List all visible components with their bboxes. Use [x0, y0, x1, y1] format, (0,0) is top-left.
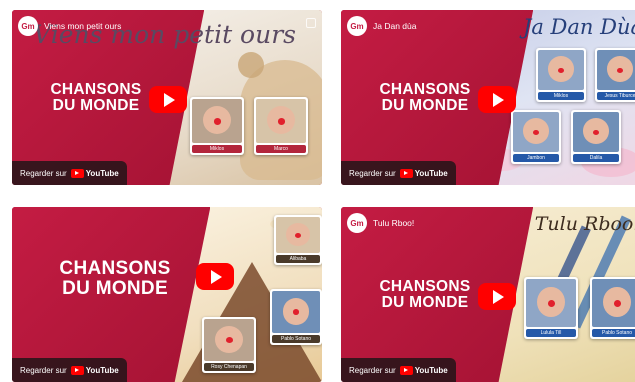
character-name: Alibaba — [276, 255, 320, 263]
watch-on-youtube[interactable]: Regarder sur YouTube — [341, 358, 456, 382]
brand-line-1: CHANSONS — [59, 258, 171, 279]
brand-line-2: DU MONDE — [381, 97, 469, 115]
character-name: Marco — [256, 145, 306, 153]
play-button[interactable] — [149, 86, 187, 113]
play-button[interactable] — [196, 263, 234, 290]
youtube-wordmark: YouTube — [85, 168, 119, 178]
character-portrait: Jesus Tiburce — [595, 48, 635, 102]
character-name: Pablo Sotano — [592, 329, 635, 337]
video-card[interactable]: Gm Ja Dan dùa Ja Dan Dùa CHANSONS DU MON… — [341, 10, 635, 185]
character-photo — [592, 279, 635, 327]
character-portrait: Pablo Sotano — [590, 277, 635, 339]
character-photo — [573, 112, 619, 152]
character-portrait: Lulula Till — [524, 277, 578, 339]
channel-icon[interactable]: Gm — [18, 16, 38, 36]
character-photo — [192, 99, 242, 143]
character-photo — [272, 291, 320, 333]
youtube-wordmark: YouTube — [414, 168, 448, 178]
channel-icon[interactable]: Gm — [347, 16, 367, 36]
character-name: Lulula Till — [526, 329, 576, 337]
watch-label: Regarder sur — [20, 365, 67, 375]
youtube-wordmark: YouTube — [85, 365, 119, 375]
brand-line-1: CHANSONS — [379, 81, 471, 98]
youtube-logo: YouTube — [399, 365, 448, 375]
watch-label: Regarder sur — [20, 168, 67, 178]
watch-label: Regarder sur — [349, 365, 396, 375]
channel-brand: CHANSONS DU MONDE — [355, 81, 495, 115]
character-name: Miklos — [538, 92, 584, 100]
brand-line-2: DU MONDE — [62, 277, 168, 299]
character-name: Jambon — [513, 154, 559, 162]
character-photo — [256, 99, 306, 143]
character-name: Miklos — [192, 145, 242, 153]
character-portrait: Jambon — [511, 110, 561, 164]
character-name: Rosy Chenapan — [204, 363, 254, 371]
character-portrait: Alibaba — [274, 215, 322, 265]
watch-label: Regarder sur — [349, 168, 396, 178]
video-title[interactable]: Tulu Rboo! — [373, 218, 414, 228]
bear-ear — [238, 52, 264, 78]
video-header: Gm Ja Dan dùa — [347, 16, 416, 36]
character-portrait: Miklos — [536, 48, 586, 102]
artwork-title: Ja Dan Dùa — [522, 15, 635, 39]
brand-line-2: DU MONDE — [52, 97, 140, 115]
youtube-play-icon — [70, 168, 84, 178]
character-name: Pablo Sotano — [272, 335, 320, 343]
watch-on-youtube[interactable]: Regarder sur YouTube — [12, 161, 127, 185]
brand-line-1: CHANSONS — [379, 278, 471, 295]
watch-on-youtube[interactable]: Regarder sur YouTube — [12, 358, 127, 382]
play-button[interactable] — [478, 283, 516, 310]
artwork-title: Tulu Rboo! — [534, 213, 635, 235]
character-portrait: Marco — [254, 97, 308, 155]
character-photo — [513, 112, 559, 152]
channel-brand: CHANSONS DU MONDE — [30, 259, 200, 299]
character-portrait: Dalila — [571, 110, 621, 164]
share-icon[interactable] — [304, 16, 316, 28]
youtube-play-icon — [70, 365, 84, 375]
character-name: Dalila — [573, 154, 619, 162]
video-card[interactable]: CHANSONS DU MONDE Alibaba Rosy Chenapan … — [12, 207, 322, 382]
video-card[interactable]: Gm Tulu Rboo! Tulu Rboo! CHANSONS DU MON… — [341, 207, 635, 382]
channel-brand: CHANSONS DU MONDE — [26, 81, 166, 115]
youtube-wordmark: YouTube — [414, 365, 448, 375]
character-photo — [597, 50, 635, 90]
character-name: Jesus Tiburce — [597, 92, 635, 100]
video-header: Gm Viens mon petit ours — [18, 16, 121, 36]
youtube-logo: YouTube — [70, 365, 119, 375]
character-portrait: Rosy Chenapan — [202, 317, 256, 373]
video-card[interactable]: Gm Viens mon petit ours Viens mon petit … — [12, 10, 322, 185]
character-portrait: Pablo Sotano — [270, 289, 322, 345]
play-button[interactable] — [478, 86, 516, 113]
youtube-play-icon — [399, 168, 413, 178]
channel-icon[interactable]: Gm — [347, 213, 367, 233]
video-title[interactable]: Ja Dan dùa — [373, 21, 416, 31]
video-header: Gm Tulu Rboo! — [347, 213, 414, 233]
brand-line-2: DU MONDE — [381, 294, 469, 312]
character-photo — [276, 217, 320, 253]
video-title[interactable]: Viens mon petit ours — [44, 21, 121, 31]
channel-brand: CHANSONS DU MONDE — [355, 278, 495, 312]
youtube-logo: YouTube — [399, 168, 448, 178]
character-portrait: Miklos — [190, 97, 244, 155]
character-photo — [526, 279, 576, 327]
youtube-play-icon — [399, 365, 413, 375]
character-photo — [204, 319, 254, 361]
brand-line-1: CHANSONS — [50, 81, 142, 98]
watch-on-youtube[interactable]: Regarder sur YouTube — [341, 161, 456, 185]
character-photo — [538, 50, 584, 90]
youtube-logo: YouTube — [70, 168, 119, 178]
